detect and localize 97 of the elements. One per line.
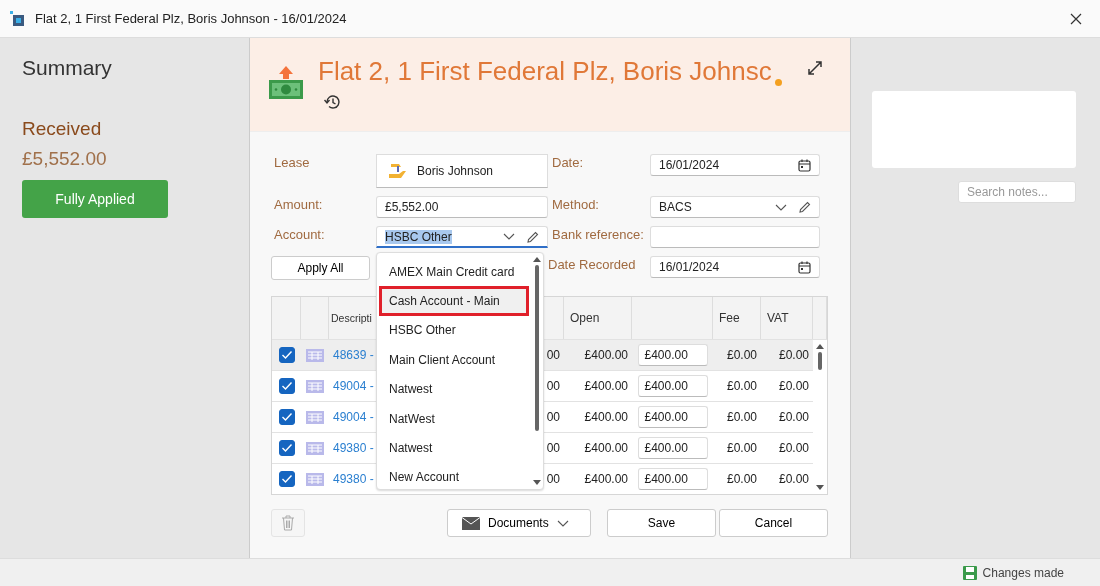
invoice-icon <box>306 379 324 393</box>
dropdown-option[interactable]: New Account <box>379 462 529 493</box>
table-cell: 00 <box>546 410 560 424</box>
dropdown-option[interactable]: NatWest <box>379 403 529 434</box>
header-title: Flat 2, 1 First Federal Plz, Boris Johnsc <box>318 56 772 86</box>
account-label: Account: <box>274 226 326 242</box>
dropdown-option[interactable]: AMEX Main Credit card <box>379 257 529 287</box>
fee-amount: £0.00 <box>726 441 757 455</box>
amount-field[interactable]: £5,552.00 <box>376 196 548 218</box>
vat-amount: £0.00 <box>778 379 809 393</box>
fee-amount: £0.00 <box>726 379 757 393</box>
received-label: Received <box>22 118 102 140</box>
close-icon[interactable] <box>1070 12 1082 25</box>
column-header[interactable]: Open <box>564 297 632 339</box>
documents-button[interactable]: Documents <box>447 509 591 537</box>
allocation-field[interactable]: £400.00 <box>637 406 708 428</box>
row-checkbox[interactable] <box>278 409 295 425</box>
vat-amount: £0.00 <box>778 410 809 424</box>
dropdown-option[interactable]: Natwest <box>379 433 529 463</box>
dropdown-option[interactable]: Main Client Account <box>379 345 529 375</box>
invoice-icon <box>306 472 324 486</box>
received-amount: £5,552.00 <box>22 148 107 170</box>
summary-title: Summary <box>22 56 112 80</box>
status-message: Changes made <box>982 565 1064 580</box>
date-recorded-label: Date Recorded <box>548 256 637 272</box>
history-icon[interactable] <box>324 94 341 110</box>
open-amount: £400.00 <box>584 410 628 424</box>
invoice-link[interactable]: 49380 - <box>333 441 374 455</box>
column-header[interactable]: Fee <box>713 297 761 339</box>
apply-all-button[interactable]: Apply All <box>271 256 370 280</box>
invoice-icon <box>306 410 324 424</box>
lease-field[interactable]: Boris Johnson <box>376 154 548 188</box>
table-cell: 00 <box>546 441 560 455</box>
checkmark-icon <box>280 350 293 360</box>
vat-amount: £0.00 <box>778 348 809 362</box>
row-checkbox[interactable] <box>278 378 295 394</box>
open-amount: £400.00 <box>584 348 628 362</box>
envelope-icon <box>462 516 480 530</box>
row-checkbox[interactable] <box>278 471 295 487</box>
allocation-field[interactable]: £400.00 <box>637 375 708 397</box>
lease-label: Lease <box>274 154 311 170</box>
cancel-button[interactable]: Cancel <box>719 509 828 537</box>
method-dropdown[interactable]: BACS <box>650 196 820 218</box>
calendar-icon[interactable] <box>798 158 811 172</box>
row-checkbox[interactable] <box>278 440 295 456</box>
open-amount: £400.00 <box>584 441 628 455</box>
fee-amount: £0.00 <box>726 472 757 486</box>
trash-icon <box>282 515 294 531</box>
vat-amount: £0.00 <box>778 472 809 486</box>
pencil-icon[interactable] <box>799 201 811 213</box>
app-icon <box>10 10 26 27</box>
checkmark-icon <box>280 381 293 391</box>
invoice-link[interactable]: 49004 - <box>333 410 374 424</box>
chevron-down-icon <box>556 519 569 527</box>
window-title: Flat 2, 1 First Federal Plz, Boris Johnson - 16/01/2024 <box>35 11 348 26</box>
bank-reference-label: Bank reference: <box>551 226 645 242</box>
money-icon <box>268 66 304 100</box>
calendar-icon[interactable] <box>798 260 811 274</box>
row-checkbox[interactable] <box>278 347 295 363</box>
invoice-icon <box>306 441 324 455</box>
invoice-link[interactable]: 49004 - <box>333 379 374 393</box>
date-recorded-field[interactable]: 16/01/2024 <box>650 256 820 278</box>
method-label: Method: <box>551 196 600 212</box>
checkmark-icon <box>280 474 293 484</box>
allocation-field[interactable]: £400.00 <box>637 437 708 459</box>
chevron-down-icon <box>775 203 787 211</box>
account-dropdown[interactable]: HSBC Other <box>376 226 548 248</box>
open-amount: £400.00 <box>584 472 628 486</box>
allocation-field[interactable]: £400.00 <box>637 468 708 490</box>
invoice-link[interactable]: 49380 - <box>333 472 374 486</box>
hand-key-icon <box>387 161 409 181</box>
bank-reference-field[interactable] <box>650 226 820 248</box>
chevron-down-icon <box>503 233 515 240</box>
date-field[interactable]: 16/01/2024 <box>650 154 820 176</box>
lease-value: Boris Johnson <box>417 164 494 178</box>
fee-amount: £0.00 <box>726 348 757 362</box>
table-cell: 00 <box>546 379 560 393</box>
column-header[interactable]: VAT <box>761 297 813 339</box>
pencil-icon[interactable] <box>527 230 539 243</box>
checkmark-icon <box>280 412 293 422</box>
invoice-icon <box>306 348 324 362</box>
table-cell: 00 <box>546 348 560 362</box>
invoice-link[interactable]: 48639 - <box>333 348 374 362</box>
date-label: Date: <box>551 154 585 170</box>
dropdown-option[interactable]: Cash Account - Main <box>379 286 529 316</box>
open-amount: £400.00 <box>584 379 628 393</box>
save-button[interactable]: Save <box>607 509 716 537</box>
checkmark-icon <box>280 443 293 453</box>
dropdown-option[interactable]: Natwest <box>379 374 529 404</box>
vat-amount: £0.00 <box>778 441 809 455</box>
fee-amount: £0.00 <box>726 410 757 424</box>
table-cell: 00 <box>546 472 560 486</box>
allocation-field[interactable]: £400.00 <box>637 344 708 366</box>
save-icon <box>962 565 977 580</box>
search-notes-field[interactable]: Search notes... <box>958 181 1076 203</box>
expand-icon[interactable] <box>807 60 823 76</box>
amount-label: Amount: <box>274 196 324 212</box>
